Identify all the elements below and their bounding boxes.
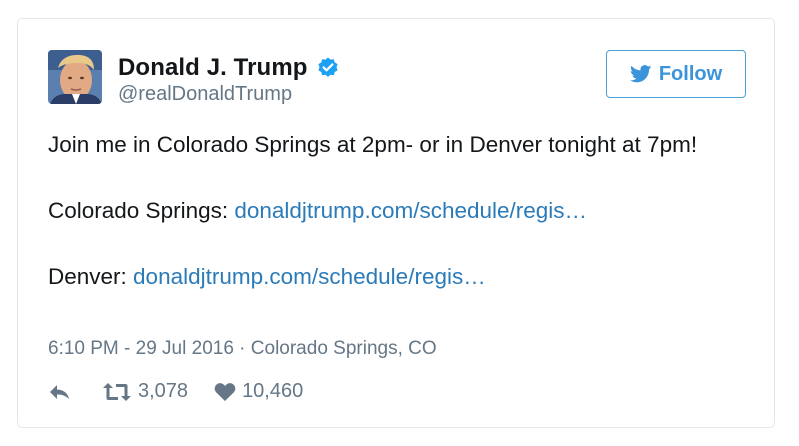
retweet-count: 3,078 xyxy=(138,380,189,402)
tweet-text: Join me in Colorado Springs at 2pm- or i… xyxy=(48,128,738,294)
tweet-meta: 6:10 PM - 29 Jul 2016 · Colorado Springs… xyxy=(48,338,437,360)
retweet-icon xyxy=(103,382,131,401)
follow-button-label: Follow xyxy=(658,62,723,85)
user-handle[interactable]: @realDonaldTrump xyxy=(118,83,292,106)
meta-separator: · xyxy=(233,338,251,359)
like-button[interactable]: 10,460 xyxy=(214,380,303,403)
colorado-springs-link[interactable]: donaldjtrump.com/schedule/regis… xyxy=(234,198,587,223)
location[interactable]: Colorado Springs, CO xyxy=(251,338,437,359)
tweet-line-3: Denver: donaldjtrump.com/schedule/regis… xyxy=(48,260,738,294)
heart-icon xyxy=(214,382,236,401)
tweet-actions: 3,078 10,460 xyxy=(48,380,303,403)
user-name[interactable]: Donald J. Trump xyxy=(118,54,308,82)
denver-link[interactable]: donaldjtrump.com/schedule/regis… xyxy=(133,264,486,289)
follow-button[interactable]: Follow xyxy=(606,50,746,98)
tweet-card: Donald J. Trump @realDonaldTrump Follow … xyxy=(17,18,775,428)
verified-badge-icon xyxy=(316,56,340,80)
tweet-line-3-prefix: Denver: xyxy=(48,264,134,289)
reply-button[interactable] xyxy=(48,382,72,402)
avatar[interactable] xyxy=(48,50,102,104)
twitter-bird-icon xyxy=(629,65,652,83)
tweet-line-2: Colorado Springs: donaldjtrump.com/sched… xyxy=(48,194,738,228)
timestamp[interactable]: 6:10 PM - 29 Jul 2016 xyxy=(48,338,234,359)
user-name-row: Donald J. Trump xyxy=(118,52,340,84)
retweet-button[interactable]: 3,078 xyxy=(102,380,188,403)
tweet-line-1: Join me in Colorado Springs at 2pm- or i… xyxy=(48,132,698,157)
like-count: 10,460 xyxy=(242,380,304,402)
reply-icon xyxy=(50,384,69,399)
tweet-line-2-prefix: Colorado Springs: xyxy=(48,198,235,223)
